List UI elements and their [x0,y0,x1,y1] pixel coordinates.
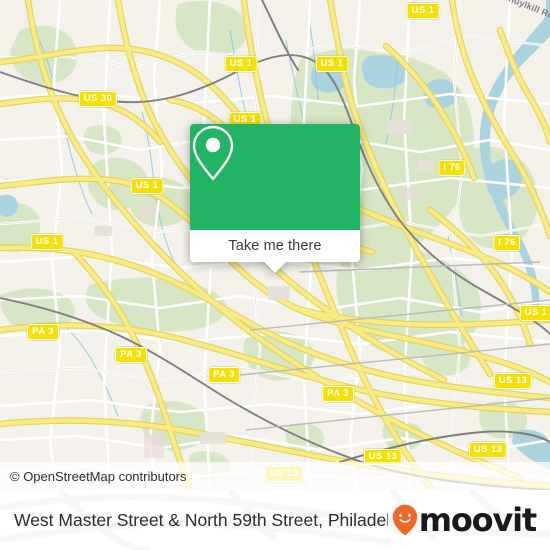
popup-tail [264,262,286,273]
map-screenshot: Schuylkill River US 1US 1US 1US 1US 30US… [0,0,550,550]
highway-shield: PA 3 [322,386,354,402]
footer-bar: West Master Street & North 59th Street, … [0,490,550,550]
highway-shield: I 76 [493,235,521,251]
highway-shield: I 76 [438,160,466,176]
highway-shield: US 1 [406,3,440,19]
map-canvas[interactable]: Schuylkill River US 1US 1US 1US 1US 30US… [0,0,550,490]
popup-card-body: Take me there [190,124,360,262]
highway-shield: US 1 [30,234,64,250]
moovit-smiley-pin-icon [392,504,417,536]
highway-shield: US 1 [519,305,550,321]
highway-shield: US 1 [224,56,258,72]
moovit-brand[interactable]: moovit [392,501,537,539]
map-attribution[interactable]: © OpenStreetMap contributors [0,462,550,490]
popup-action[interactable]: Take me there [190,230,360,262]
highway-shield: US 13 [493,373,533,389]
moovit-wordmark: moovit [418,501,537,539]
location-address: West Master Street & North 59th Street, … [14,509,388,530]
highway-shield: US 1 [130,178,164,194]
highway-shield: US 1 [315,56,349,72]
footer-content: West Master Street & North 59th Street, … [0,490,550,550]
highway-shield: PA 3 [208,367,240,383]
highway-shield: US 13 [468,442,508,458]
popup-action-label: Take me there [228,238,322,254]
highway-shield: US 30 [78,91,118,107]
attribution-text: © OpenStreetMap contributors [10,468,187,484]
location-popup-card[interactable]: Take me there [190,124,360,273]
map-pin-icon [192,125,234,181]
highway-shield: PA 3 [27,324,59,340]
highway-shield: PA 3 [115,347,147,363]
popup-header [190,124,360,230]
